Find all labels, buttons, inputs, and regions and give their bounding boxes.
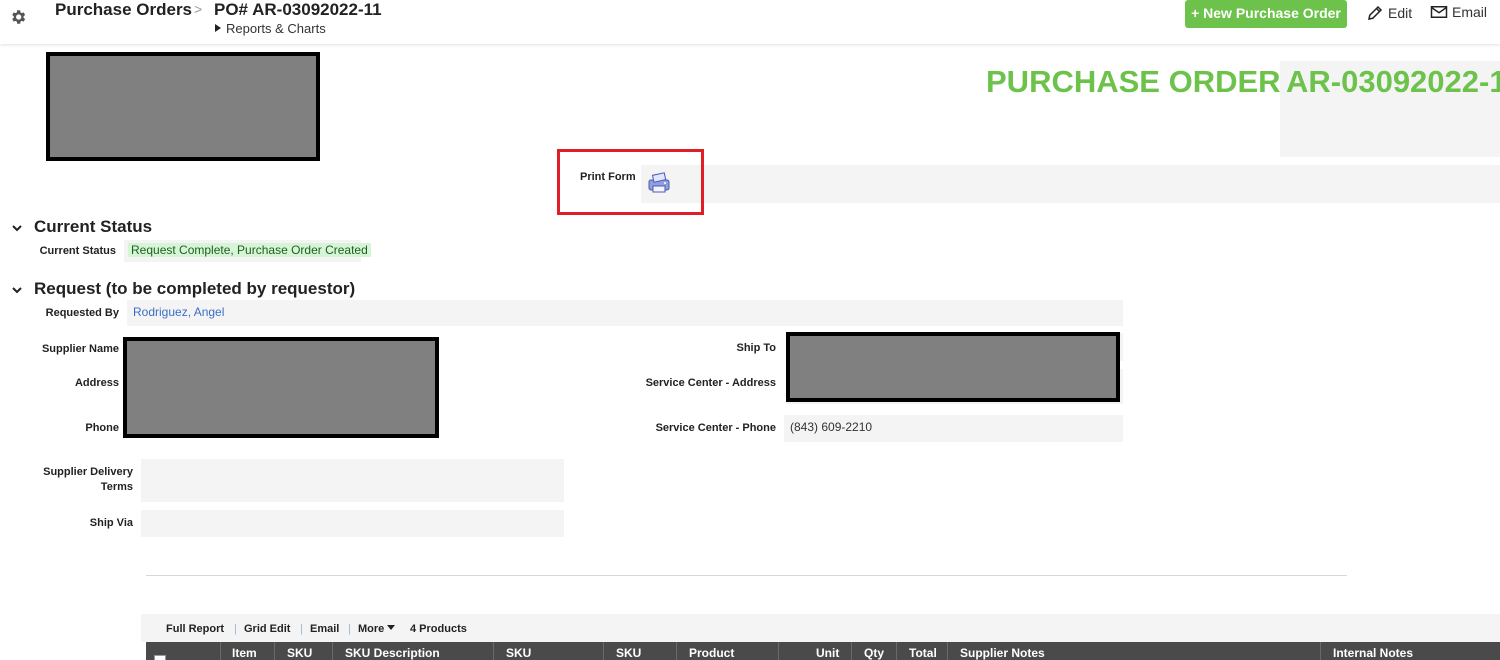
column-header[interactable]: Supplier Notes: [960, 646, 1045, 660]
column-header[interactable]: SKU: [287, 646, 312, 660]
toolbar-separator: |: [300, 623, 303, 635]
column-header[interactable]: SKU Description: [345, 646, 440, 660]
column-header[interactable]: Product: [689, 646, 734, 660]
column-separator: [332, 642, 333, 660]
column-separator: [947, 642, 948, 660]
chevron-down-icon[interactable]: [12, 285, 22, 295]
product-count: 4 Products: [410, 623, 467, 635]
column-separator: [896, 642, 897, 660]
requested-by-field: Rodriguez, Angel: [127, 300, 1123, 326]
grid-email-link[interactable]: Email: [310, 623, 339, 635]
phone-label: Phone: [85, 422, 119, 434]
more-label: More: [358, 623, 385, 635]
envelope-icon: [1430, 6, 1448, 18]
supplier-name-label: Supplier Name: [41, 343, 119, 355]
chevron-down-icon[interactable]: [12, 223, 22, 233]
po-number-box: AR-03092022-11: [1280, 61, 1500, 157]
email-label: Email: [1452, 4, 1488, 20]
column-separator: [851, 642, 852, 660]
column-separator: [274, 642, 275, 660]
print-form-highlight: [557, 149, 704, 215]
ship-to-label: Ship To: [736, 342, 776, 354]
requested-by-link[interactable]: Rodriguez, Angel: [133, 305, 224, 319]
gear-icon[interactable]: [9, 8, 27, 26]
status-badge: Request Complete, Purchase Order Created: [128, 243, 371, 257]
email-button[interactable]: Email: [1430, 4, 1487, 20]
select-all-checkbox[interactable]: [154, 655, 166, 660]
section-divider: [146, 575, 1347, 576]
ship-via-field: [141, 510, 564, 537]
edit-button[interactable]: Edit: [1366, 4, 1412, 22]
service-center-address-label: Service Center - Address: [645, 377, 776, 389]
column-separator: [220, 642, 221, 660]
current-status-label: Current Status: [39, 245, 116, 257]
purchase-order-heading: PURCHASE ORDER: [986, 64, 1281, 99]
column-header[interactable]: Total: [909, 646, 937, 660]
current-status-section-title[interactable]: Current Status: [34, 217, 152, 237]
supplier-info-redacted: [123, 337, 439, 438]
column-separator: [1320, 642, 1321, 660]
caret-down-icon: [387, 625, 396, 630]
breadcrumb-purchase-orders[interactable]: Purchase Orders: [55, 0, 192, 20]
column-separator: [676, 642, 677, 660]
service-center-phone-field: (843) 609-2210: [784, 415, 1123, 442]
edit-label: Edit: [1388, 5, 1413, 21]
reports-charts-link[interactable]: Reports & Charts: [215, 21, 326, 36]
supplier-delivery-terms-field: [141, 459, 564, 502]
company-logo-redacted: [46, 52, 320, 161]
ship-via-label: Ship Via: [89, 517, 133, 529]
toolbar-separator: |: [348, 623, 351, 635]
page-title: PO# AR-03092022-11: [214, 0, 382, 19]
column-separator: [493, 642, 494, 660]
column-header[interactable]: Item: [232, 646, 257, 660]
supplier-delivery-terms-label-line1: Supplier Delivery: [43, 466, 133, 478]
service-center-phone-label: Service Center - Phone: [655, 422, 776, 434]
column-header[interactable]: Internal Notes: [1333, 646, 1413, 660]
column-header[interactable]: SKU: [616, 646, 641, 660]
supplier-delivery-terms-label-line2: Terms: [100, 481, 133, 493]
full-report-link[interactable]: Full Report: [166, 623, 224, 635]
column-header[interactable]: SKU: [506, 646, 531, 660]
grid-edit-link[interactable]: Grid Edit: [244, 623, 290, 635]
po-number: AR-03092022-11: [1286, 64, 1500, 99]
column-separator: [778, 642, 779, 660]
toolbar-separator: |: [234, 623, 237, 635]
requested-by-label: Requested By: [45, 307, 119, 319]
breadcrumb-separator: >: [194, 1, 203, 17]
ship-to-redacted: [786, 332, 1120, 402]
new-purchase-order-button[interactable]: + New Purchase Order: [1185, 0, 1347, 28]
reports-charts-label: Reports & Charts: [226, 21, 326, 36]
grid-toolbar: [141, 614, 1500, 642]
more-dropdown[interactable]: More: [358, 623, 396, 635]
caret-right-icon: [215, 24, 221, 32]
print-form-field: [641, 165, 1500, 203]
column-header[interactable]: Unit: [816, 646, 839, 660]
column-header[interactable]: Qty: [864, 646, 884, 660]
request-section-title[interactable]: Request (to be completed by requestor): [34, 279, 355, 299]
address-label: Address: [74, 377, 119, 389]
column-separator: [603, 642, 604, 660]
supplier-delivery-terms-label: Supplier Delivery Terms: [20, 466, 133, 493]
pencil-icon: [1368, 5, 1383, 20]
